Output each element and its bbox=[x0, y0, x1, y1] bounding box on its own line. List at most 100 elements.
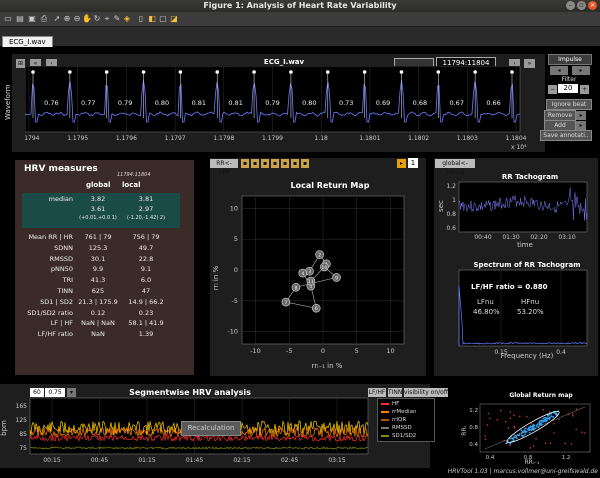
r-peak-marker bbox=[289, 70, 293, 74]
recalculation-button[interactable]: Recalculation bbox=[181, 421, 241, 436]
hrv-row-local: 49.7 bbox=[120, 244, 172, 252]
pointer-icon[interactable]: ➚ bbox=[52, 14, 62, 24]
add-arrow-button[interactable]: ▸ bbox=[576, 121, 586, 130]
hrv-row-global: 0.12 bbox=[76, 309, 120, 317]
ignore-beat-button[interactable]: Ignore beat bbox=[546, 99, 592, 110]
global-local-toggle[interactable]: global<->local bbox=[435, 159, 475, 168]
tab-bar bbox=[0, 27, 600, 46]
spectrum-plot: 0.15 0.4 LF/HF ratio = 0.880 LFnu 46.80% … bbox=[437, 268, 597, 368]
hrv-row-global: (+0.01,+0.0 1) bbox=[76, 215, 120, 221]
map-tool-3-icon[interactable]: ▪ bbox=[261, 159, 269, 168]
hrv-row-local: 14.9 | 66.2 bbox=[120, 298, 172, 306]
ecg-ylabel: Waveform bbox=[4, 84, 12, 120]
rotate-icon[interactable]: ↻ bbox=[92, 14, 102, 24]
pan-icon[interactable]: ✋ bbox=[82, 14, 92, 24]
brush-icon[interactable]: ✎ bbox=[112, 14, 122, 24]
hrv-row-local: 47 bbox=[120, 287, 172, 295]
legend-swatch bbox=[381, 403, 389, 405]
global-map-point bbox=[542, 417, 544, 419]
impulse-prev-button[interactable]: ◂ bbox=[550, 66, 568, 75]
hide-plot-tools-icon[interactable]: ▢ bbox=[158, 14, 168, 24]
rr-interval-label: 0.73 bbox=[339, 99, 353, 107]
datatip-icon[interactable]: ⌖ bbox=[102, 14, 112, 24]
global-map-point bbox=[525, 428, 527, 430]
close-button[interactable]: × bbox=[588, 1, 597, 10]
hrv-row-label: TINN bbox=[18, 287, 73, 295]
global-map-point bbox=[544, 417, 546, 419]
map-badge[interactable]: 1 bbox=[408, 158, 418, 168]
ecg-xtick-label: 1.1803 bbox=[457, 135, 478, 142]
save-icon[interactable]: ▣ bbox=[27, 14, 37, 24]
map-tool-4-icon[interactable]: ▪ bbox=[271, 159, 279, 168]
rr-hf-toggle[interactable]: RR<->HF bbox=[210, 159, 238, 168]
global-map-point bbox=[554, 412, 556, 414]
map-tool-6-icon[interactable]: ▪ bbox=[291, 159, 299, 168]
rr-interval-label: 0.66 bbox=[486, 99, 500, 107]
hrv-row-local: 6.0 bbox=[120, 276, 172, 284]
footer-credit: HRVTool 1.03 | marcus.vollmer@uni-greifs… bbox=[388, 468, 598, 475]
hrv-row-global: NaN bbox=[76, 330, 120, 338]
hrv-row-global: 3.61 bbox=[76, 205, 120, 213]
return-map-point-label: 3 bbox=[308, 269, 311, 275]
ecg-xtick-label: 1.1799 bbox=[262, 135, 283, 142]
hrv-row-label: RMSSD bbox=[18, 255, 73, 263]
global-map-outlier bbox=[500, 410, 502, 412]
ecg-xtick-label: 1.1797 bbox=[165, 135, 186, 142]
new-figure-icon[interactable]: ▭ bbox=[3, 14, 13, 24]
filter-input[interactable]: 20 bbox=[558, 84, 578, 93]
map-tool-1-icon[interactable]: ▪ bbox=[241, 159, 249, 168]
insert-colorbar-icon[interactable]: ▯ bbox=[136, 14, 146, 24]
open-icon[interactable]: ▤ bbox=[15, 14, 25, 24]
visibility-toggle[interactable]: visibility on/off bbox=[404, 388, 448, 397]
save-annotation-button[interactable]: Save annotati.. bbox=[540, 130, 592, 141]
filter-minus-button[interactable]: − bbox=[548, 85, 557, 94]
hrv-row-global: 41.3 bbox=[76, 276, 120, 284]
global-map-outlier bbox=[514, 427, 516, 429]
legend-entry: HF bbox=[381, 401, 399, 407]
global-map-outlier bbox=[513, 414, 515, 416]
return-map-ytick: -10 bbox=[227, 328, 238, 336]
show-plot-tools-icon[interactable]: ◪ bbox=[169, 14, 179, 24]
hrv-row-local: 1.39 bbox=[120, 330, 172, 338]
insert-legend-icon[interactable]: ◧ bbox=[147, 14, 157, 24]
remove-arrow-button[interactable]: ▸ bbox=[576, 111, 586, 120]
hrv-title: HRV measures bbox=[24, 164, 98, 174]
global-map-outlier bbox=[535, 438, 537, 440]
r-peak-marker bbox=[252, 70, 256, 74]
global-map-outlier bbox=[509, 444, 511, 446]
global-map-point bbox=[543, 420, 545, 422]
hrv-row-global: 3.82 bbox=[76, 195, 120, 203]
return-map-xtick: 10 bbox=[386, 347, 394, 355]
tachogram-xtick: 01:30 bbox=[502, 234, 519, 241]
impulse-next-button[interactable]: ▸ bbox=[572, 66, 590, 75]
hrv-row-label: Mean RR | HR bbox=[18, 233, 73, 241]
ecg-xtick-label: 1.1796 bbox=[116, 135, 137, 142]
tinn-button[interactable]: TINN bbox=[388, 388, 402, 397]
legend-swatch bbox=[381, 427, 389, 429]
tachogram-xtick: 02:20 bbox=[530, 234, 547, 241]
map-tool-7-icon[interactable]: ▪ bbox=[301, 159, 309, 168]
impulse-select[interactable]: Impulse bbox=[548, 54, 592, 65]
link-icon[interactable]: ◈ bbox=[122, 14, 132, 24]
zoom-in-icon[interactable]: ⊕ bbox=[62, 14, 72, 24]
ecg-zoom-icon[interactable]: ⊞ bbox=[16, 59, 25, 68]
global-map-outlier bbox=[485, 439, 487, 441]
global-map-point bbox=[536, 423, 538, 425]
global-map-outlier bbox=[553, 423, 555, 425]
maximize-button[interactable]: ▫ bbox=[577, 1, 586, 10]
map-tool-5-icon[interactable]: ▪ bbox=[281, 159, 289, 168]
return-map-xtick: 5 bbox=[355, 347, 359, 355]
tachogram-ytick: 0.6 bbox=[446, 225, 456, 232]
r-peak-marker bbox=[215, 70, 219, 74]
print-icon[interactable]: ⎙ bbox=[39, 14, 49, 24]
map-play-icon[interactable]: ▸ bbox=[397, 159, 406, 168]
hrv-row-label: LF/HF ratio bbox=[18, 330, 73, 338]
legend-swatch bbox=[381, 435, 389, 437]
zoom-out-icon[interactable]: ⊖ bbox=[72, 14, 82, 24]
filter-plus-button[interactable]: + bbox=[580, 85, 589, 94]
minimize-button[interactable]: – bbox=[566, 1, 575, 10]
r-peak-marker bbox=[68, 70, 72, 74]
hrv-row-global: 21.3 | 175.9 bbox=[76, 298, 120, 306]
hf-label: HFnu bbox=[521, 298, 539, 306]
map-tool-2-icon[interactable]: ▪ bbox=[251, 159, 259, 168]
